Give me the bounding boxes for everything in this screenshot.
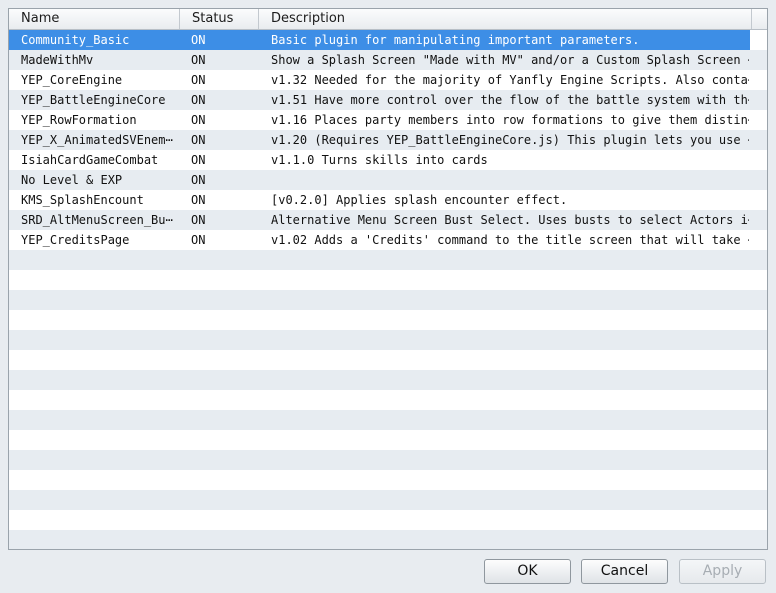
table-row[interactable]: YEP_RowFormation ON v1.16 Places party mem…	[9, 110, 750, 130]
plugin-name-cell: MadeWithMv	[21, 53, 94, 67]
plugin-status-cell: ON	[191, 33, 206, 47]
plugin-name-cell: YEP_X_AnimatedSVEnem⋯	[21, 133, 173, 147]
table-body: Community_Basic ON Basic plugin for manipu…	[9, 30, 767, 549]
table-row[interactable]: YEP_X_AnimatedSVEnem⋯ ON v1.20 (Requires Y…	[9, 130, 750, 150]
plugin-status-cell: ON	[191, 93, 206, 107]
plugin-status-cell: ON	[191, 153, 206, 167]
plugin-description-cell: v1.32 Needed for the majority of Yanfly …	[271, 73, 749, 87]
plugin-list-table[interactable]: Name Status Description Community_Basic O…	[8, 8, 768, 550]
plugin-name-cell: Community_Basic	[21, 33, 130, 47]
table-row[interactable]: KMS_SplashEncount ON [v0.2.0] Applies spla…	[9, 190, 750, 210]
table-header: Name Status Description	[9, 9, 767, 30]
plugin-status-cell: ON	[191, 133, 206, 147]
plugin-description-cell: v1.1.0 Turns skills into cards	[271, 153, 488, 167]
plugin-name-cell: IsiahCardGameCombat	[21, 153, 159, 167]
plugin-status-cell: ON	[191, 173, 206, 187]
column-header-status[interactable]: Status	[180, 9, 259, 29]
plugin-name-cell: No Level & EXP	[21, 173, 123, 187]
table-row[interactable]: MadeWithMv ON Show a Splash Screen "Made w…	[9, 50, 750, 70]
plugin-description-cell: [v0.2.0] Applies splash encounter effect…	[271, 193, 568, 207]
plugin-name-cell: YEP_CreditsPage	[21, 233, 130, 247]
plugin-description-cell: v1.51 Have more control over the flow of…	[271, 93, 749, 107]
plugin-status-cell: ON	[191, 213, 206, 227]
plugin-name-cell: YEP_CoreEngine	[21, 73, 123, 87]
plugin-description-cell: Alternative Menu Screen Bust Select. Use…	[271, 213, 749, 227]
plugin-description-cell: Basic plugin for manipulating important …	[271, 33, 640, 47]
plugin-description-cell: v1.20 (Requires YEP_BattleEngineCore.js)…	[271, 133, 749, 147]
plugin-manager-dialog: Name Status Description Community_Basic O…	[0, 0, 776, 593]
table-row[interactable]: YEP_CoreEngine ON v1.32 Needed for the maj…	[9, 70, 750, 90]
table-row[interactable]: SRD_AltMenuScreen_Bu⋯ ON Alternative Menu …	[9, 210, 750, 230]
plugin-description-cell: v1.02 Adds a 'Credits' command to the ti…	[271, 233, 749, 247]
column-header-name[interactable]: Name	[9, 9, 180, 29]
plugin-name-cell: KMS_SplashEncount	[21, 193, 144, 207]
plugin-name-cell: SRD_AltMenuScreen_Bu⋯	[21, 213, 173, 227]
plugin-description-cell	[271, 170, 749, 190]
cancel-button[interactable]: Cancel	[581, 559, 668, 584]
plugin-status-cell: ON	[191, 193, 206, 207]
plugin-description-cell: Show a Splash Screen "Made with MV" and/…	[271, 53, 749, 67]
ok-button[interactable]: OK	[484, 559, 571, 584]
table-row[interactable]: IsiahCardGameCombat ON v1.1.0 Turns skills…	[9, 150, 750, 170]
plugin-status-cell: ON	[191, 73, 206, 87]
table-row[interactable]: YEP_CreditsPage ON v1.02 Adds a 'Credits' …	[9, 230, 750, 250]
plugin-status-cell: ON	[191, 233, 206, 247]
apply-button[interactable]: Apply	[679, 559, 766, 584]
table-row[interactable]: No Level & EXP ON	[9, 170, 750, 190]
plugin-name-cell: YEP_RowFormation	[21, 113, 137, 127]
table-row[interactable]: YEP_BattleEngineCore ON v1.51 Have more co…	[9, 90, 750, 110]
plugin-name-cell: YEP_BattleEngineCore	[21, 93, 166, 107]
plugin-status-cell: ON	[191, 113, 206, 127]
column-header-description[interactable]: Description	[259, 9, 752, 29]
plugin-description-cell: v1.16 Places party members into row form…	[271, 113, 749, 127]
table-row[interactable]: Community_Basic ON Basic plugin for manipu…	[9, 30, 750, 50]
plugin-status-cell: ON	[191, 53, 206, 67]
